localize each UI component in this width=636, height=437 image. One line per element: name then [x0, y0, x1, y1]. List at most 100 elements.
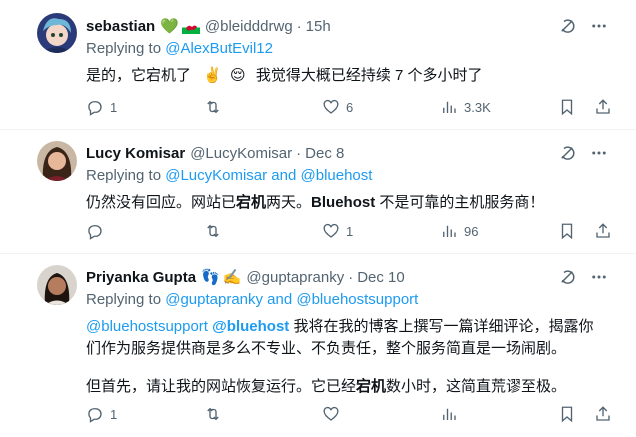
tweet-top-actions — [558, 144, 608, 162]
reply-icon — [88, 101, 102, 116]
tweet[interactable]: sebastian 💚 @bleidddrwg · 15h Replying t… — [0, 0, 636, 130]
avatar[interactable] — [37, 265, 77, 305]
view-count: 96 — [464, 223, 479, 239]
tweet[interactable]: Lucy Komisar @LucyKomisar · Dec 8 Replyi… — [0, 130, 636, 254]
grok-icon[interactable] — [558, 17, 576, 35]
separator-dot: · — [348, 269, 354, 286]
reply-count: 1 — [110, 99, 118, 115]
tweet-text-part: 是的，它宕机了 — [86, 67, 192, 84]
green-heart-emoji: 💚 — [160, 18, 179, 35]
share-icon[interactable] — [594, 222, 612, 240]
tweet-text-part: 不是可靠的主机服务商！ — [375, 194, 545, 211]
share-icon[interactable] — [594, 98, 612, 116]
more-icon[interactable] — [590, 268, 608, 286]
views-button[interactable] — [440, 405, 500, 423]
retweet-button[interactable] — [204, 98, 264, 116]
reply-icon — [88, 408, 102, 423]
reply-mention-link[interactable]: @AlexButEvil12 — [165, 40, 273, 57]
bookmark-icon[interactable] — [558, 405, 576, 423]
reply-mention-link[interactable]: @LucyKomisar and @bluehost — [165, 167, 372, 184]
timestamp[interactable]: 15h — [306, 17, 331, 37]
tweet-text-paragraph-2: 但首先，请让我的网站恢复运行。它已经宕机数小时，这简直荒谬至极。 — [86, 376, 608, 398]
name-badges: 👣 ✍️ — [201, 268, 241, 288]
action-bar: 1 — [86, 405, 612, 423]
replying-prefix: Replying to — [86, 291, 166, 308]
reply-count: 1 — [110, 406, 118, 422]
tweet-top-actions — [558, 17, 608, 35]
like-icon — [323, 223, 339, 238]
retweet-icon — [207, 100, 219, 114]
tweet-text: 是的，它宕机了 ✌️ 😌 我觉得大概已经持续 7 个多小时了 — [86, 65, 608, 87]
tweet-text-part: 两天。 — [266, 194, 312, 211]
replying-prefix: Replying to — [86, 40, 166, 57]
reply-button[interactable]: 1 — [86, 98, 146, 116]
retweet-button[interactable] — [204, 222, 264, 240]
view-count: 3.3K — [464, 99, 491, 115]
like-icon — [323, 406, 339, 421]
display-name[interactable]: Lucy Komisar — [86, 144, 185, 164]
end-actions — [558, 98, 612, 116]
retweet-button[interactable] — [204, 405, 264, 423]
avatar[interactable] — [37, 141, 77, 181]
action-bar: 1 6 3.3K — [86, 98, 612, 116]
relieved-face-emoji: 😌 — [230, 67, 246, 84]
tweet-text: 仍然没有回应。网站已宕机两天。Bluehost 不是可靠的主机服务商！ — [86, 192, 608, 214]
more-icon[interactable] — [590, 17, 608, 35]
end-actions — [558, 222, 612, 240]
grok-icon[interactable] — [558, 268, 576, 286]
display-name[interactable]: Priyanka Gupta — [86, 268, 196, 288]
reply-button[interactable]: 1 — [86, 405, 146, 423]
timestamp[interactable]: Dec 10 — [357, 268, 405, 288]
mention-link[interactable]: @bluehostsupport — [86, 318, 208, 335]
grok-icon[interactable] — [558, 144, 576, 162]
separator-dot: · — [296, 18, 302, 35]
wales-flag-emoji — [181, 20, 200, 34]
tweet-text-part: 但首先，请让我的网站恢复运行。它已经 — [86, 378, 357, 395]
retweet-icon — [207, 224, 219, 238]
replying-to: Replying to @LucyKomisar and @bluehost — [86, 166, 608, 186]
bookmark-icon[interactable] — [558, 98, 576, 116]
views-icon — [443, 408, 456, 420]
tweet[interactable]: Priyanka Gupta 👣 ✍️ @guptapranky · Dec 1… — [0, 254, 636, 437]
avatar[interactable] — [37, 13, 77, 53]
display-name[interactable]: sebastian — [86, 17, 155, 37]
views-icon — [443, 225, 456, 237]
tweet-text-part: 数小时，这简直荒谬至极。 — [386, 378, 567, 395]
more-icon[interactable] — [590, 144, 608, 162]
views-icon — [443, 101, 456, 113]
name-badges: 💚 — [160, 17, 200, 37]
replying-to: Replying to @guptapranky and @bluehostsu… — [86, 290, 608, 310]
reply-button[interactable] — [86, 222, 146, 240]
tweet-text-part: 仍然没有回应。网站已 — [86, 194, 237, 211]
retweet-icon — [207, 407, 219, 421]
end-actions — [558, 405, 612, 423]
mention-link[interactable]: @bluehost — [212, 318, 289, 335]
views-button[interactable]: 3.3K — [440, 98, 500, 116]
writing-hand-emoji: ✍️ — [222, 269, 242, 286]
reply-mention-link[interactable]: @guptapranky and @bluehostsupport — [165, 291, 418, 308]
tweet-top-actions — [558, 268, 608, 286]
tweet-text-bold: 宕机 — [236, 194, 267, 211]
like-count: 1 — [346, 223, 354, 239]
like-icon — [323, 99, 339, 114]
views-button[interactable]: 96 — [440, 222, 500, 240]
like-button[interactable] — [322, 405, 382, 423]
separator-dot: · — [296, 145, 302, 162]
replying-prefix: Replying to — [86, 167, 166, 184]
action-bar: 1 96 — [86, 222, 612, 240]
tweet-text-bold: Bluehost — [311, 194, 376, 211]
tweet-text: @bluehostsupport @bluehost 我将在我的博客上撰写一篇详… — [86, 316, 608, 360]
reply-icon — [88, 225, 102, 240]
bookmark-icon[interactable] — [558, 222, 576, 240]
tweet-text-part: 我觉得大概已经持续 7 个多小时了 — [255, 67, 483, 84]
footprints-emoji: 👣 — [201, 269, 220, 286]
timestamp[interactable]: Dec 8 — [305, 144, 344, 164]
handle[interactable]: @bleidddrwg — [205, 17, 293, 37]
like-button[interactable]: 1 — [322, 222, 382, 240]
like-button[interactable]: 6 — [322, 98, 382, 116]
handle[interactable]: @guptapranky — [246, 268, 344, 288]
tweet-text-bold: 宕机 — [356, 378, 387, 395]
share-icon[interactable] — [594, 405, 612, 423]
victory-hand-emoji: ✌️ — [203, 67, 222, 84]
handle[interactable]: @LucyKomisar — [190, 144, 292, 164]
